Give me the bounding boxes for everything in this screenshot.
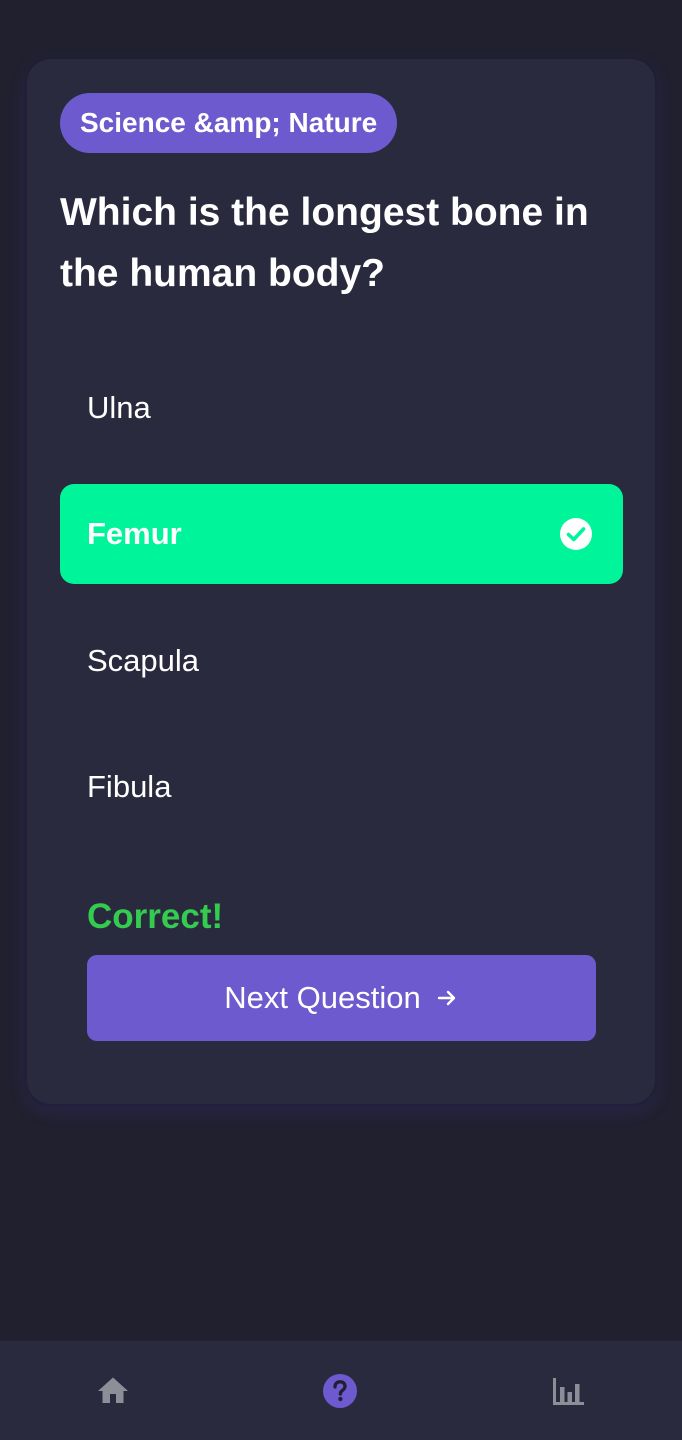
nav-stats[interactable] <box>544 1367 592 1415</box>
check-circle-icon <box>560 518 592 550</box>
arrow-right-icon <box>437 990 455 1006</box>
quiz-question-icon <box>323 1374 357 1408</box>
next-question-label: Next Question <box>224 980 421 1015</box>
answer-option-ulna[interactable]: Ulna <box>60 358 623 458</box>
answer-option-fibula[interactable]: Fibula <box>60 737 623 837</box>
nav-home[interactable] <box>89 1367 137 1415</box>
nav-quiz[interactable] <box>316 1367 364 1415</box>
question-text: Which is the longest bone in the human b… <box>60 191 589 295</box>
next-question-button[interactable]: Next Question <box>87 955 596 1041</box>
home-icon <box>98 1377 128 1403</box>
answer-option-scapula[interactable]: Scapula <box>60 611 623 711</box>
answer-option-label: Femur <box>87 516 182 551</box>
answer-option-label: Scapula <box>87 643 200 678</box>
stats-chart-icon <box>553 1378 584 1405</box>
answer-option-femur[interactable]: Femur <box>60 484 623 584</box>
answer-option-label: Fibula <box>87 769 172 804</box>
category-badge: Science &amp; Nature <box>60 93 398 153</box>
answer-option-label: Ulna <box>87 390 151 425</box>
bottom-navigation <box>0 1341 682 1440</box>
quiz-screen: Science &amp; Nature Which is the longes… <box>0 0 682 1440</box>
result-feedback: Correct! <box>87 897 224 936</box>
